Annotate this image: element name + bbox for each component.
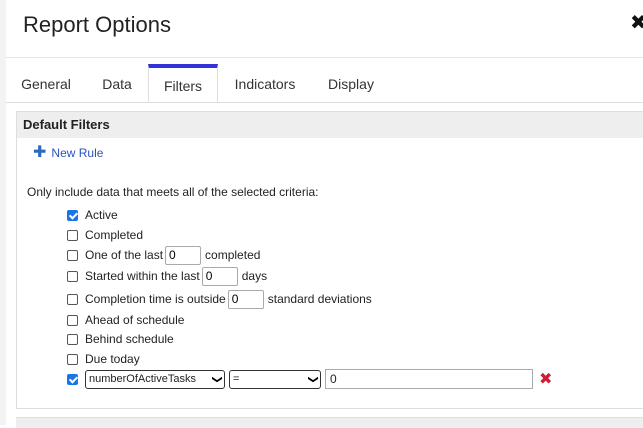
- criterion-completed: Completed: [67, 225, 143, 245]
- tab-data[interactable]: Data: [94, 64, 140, 102]
- due-today-label: Due today: [85, 352, 140, 366]
- due-today-checkbox[interactable]: [67, 353, 78, 365]
- panel-heading: Default Filters: [17, 112, 643, 138]
- started-within-label: Started within the last: [85, 269, 200, 283]
- criterion-due-today: Due today: [67, 349, 140, 369]
- criterion-behind: Behind schedule: [67, 329, 174, 349]
- completion-time-suffix: standard deviations: [267, 292, 372, 306]
- ahead-checkbox[interactable]: [67, 314, 78, 326]
- started-within-input[interactable]: [201, 266, 238, 286]
- chevron-down-icon: ❯: [211, 374, 223, 384]
- criterion-started-within: Started within the last days: [67, 266, 267, 286]
- header-divider: [6, 57, 643, 58]
- tab-filters[interactable]: Filters: [148, 64, 218, 102]
- close-icon[interactable]: ✖: [630, 10, 643, 35]
- completion-time-label: Completion time is outside: [85, 292, 226, 306]
- criterion-ahead: Ahead of schedule: [67, 310, 184, 330]
- next-panel-header: [16, 417, 643, 428]
- criterion-active: Active: [67, 205, 118, 225]
- rule-field-select[interactable]: numberOfActiveTasks ❯: [85, 369, 225, 389]
- new-rule-label: New Rule: [51, 146, 104, 160]
- behind-label: Behind schedule: [85, 332, 174, 346]
- custom-rule-row: numberOfActiveTasks ❯ = ❯ 0 ✖: [67, 369, 552, 389]
- criteria-intro: Only include data that meets all of the …: [27, 185, 319, 199]
- one-of-last-checkbox[interactable]: [67, 249, 78, 261]
- rule-value-input[interactable]: 0: [325, 369, 533, 389]
- behind-checkbox[interactable]: [67, 333, 78, 345]
- tabs-divider: [6, 102, 643, 103]
- tab-display[interactable]: Display: [321, 64, 381, 102]
- rule-operator-value: =: [233, 373, 240, 385]
- tab-general[interactable]: General: [14, 64, 78, 102]
- new-rule-button[interactable]: ✚ New Rule: [33, 144, 104, 161]
- one-of-last-suffix: completed: [205, 248, 261, 262]
- active-checkbox[interactable]: [67, 209, 78, 221]
- tab-bar: General Data Filters Indicators Display: [6, 64, 643, 102]
- delete-rule-icon[interactable]: ✖: [539, 369, 552, 389]
- completion-time-input[interactable]: [227, 289, 264, 309]
- started-within-checkbox[interactable]: [67, 270, 78, 282]
- criterion-one-of-last: One of the last completed: [67, 245, 260, 265]
- rule-field-value: numberOfActiveTasks: [89, 373, 196, 385]
- custom-rule-checkbox[interactable]: [67, 373, 78, 385]
- plus-icon: ✚: [33, 144, 47, 161]
- report-options-dialog: Report Options ✖ General Data Filters In…: [6, 0, 643, 428]
- ahead-label: Ahead of schedule: [85, 313, 185, 327]
- dialog-title: Report Options: [23, 12, 171, 37]
- criterion-completion-time: Completion time is outside standard devi…: [67, 289, 372, 309]
- completed-label: Completed: [85, 228, 144, 242]
- active-label: Active: [85, 208, 118, 222]
- one-of-last-label: One of the last: [85, 248, 164, 262]
- completed-checkbox[interactable]: [67, 229, 78, 241]
- completion-time-checkbox[interactable]: [67, 293, 78, 305]
- default-filters-panel: Default Filters ✚ New Rule Only include …: [16, 111, 643, 409]
- tab-indicators[interactable]: Indicators: [228, 64, 302, 102]
- started-within-suffix: days: [241, 269, 268, 283]
- chevron-down-icon: ❯: [307, 374, 319, 384]
- one-of-last-input[interactable]: [165, 245, 202, 265]
- rule-operator-select[interactable]: = ❯: [229, 369, 321, 389]
